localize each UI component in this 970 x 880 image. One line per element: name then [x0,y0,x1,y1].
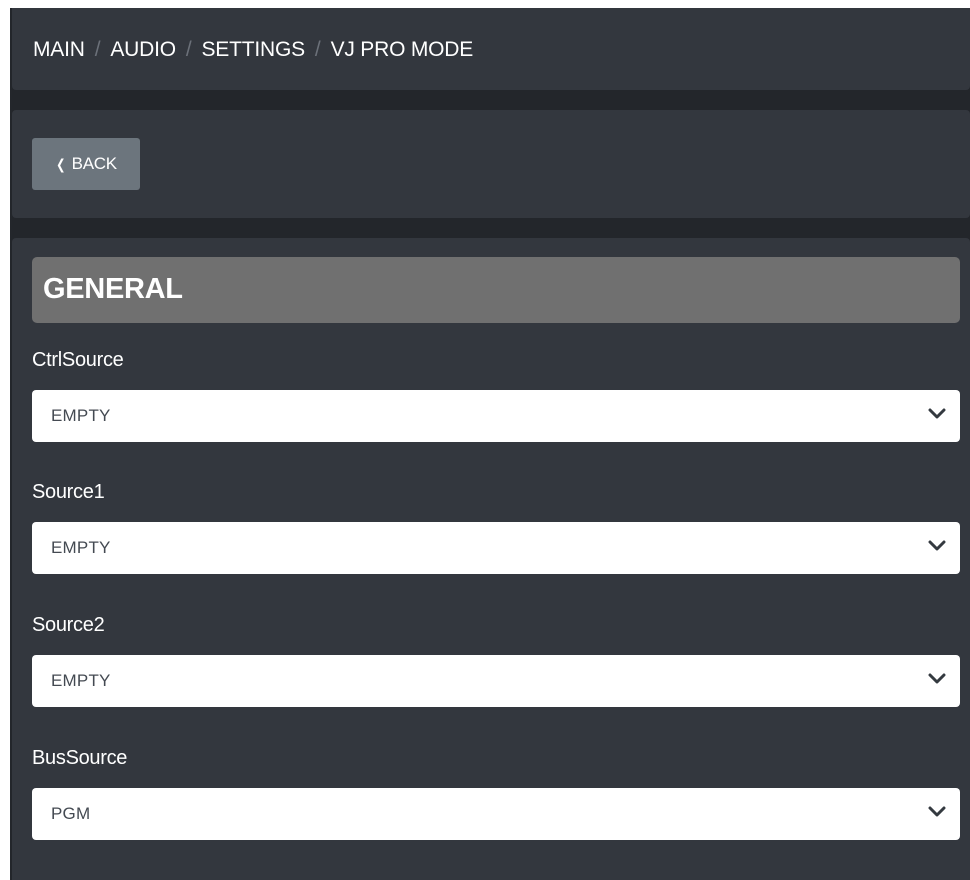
ctrlsource-label: CtrlSource [32,349,124,371]
source2-label: Source2 [32,614,105,636]
chevron-down-icon [928,673,946,684]
app-frame: MAIN / AUDIO / SETTINGS / VJ PRO MODE ❮ BACK G… [10,8,970,880]
breadcrumb-separator: / [185,38,192,61]
settings-panel: GENERAL CtrlSource EMPTY Source1 EMPTY S… [12,238,970,880]
source2-select[interactable]: EMPTY [32,655,960,707]
chevron-down-icon [928,806,946,817]
section-title: GENERAL [43,273,183,305]
back-button[interactable]: ❮ BACK [32,138,140,190]
breadcrumb-panel: MAIN / AUDIO / SETTINGS / VJ PRO MODE [12,8,970,90]
breadcrumb-separator: / [94,38,101,61]
bussource-value: PGM [51,804,91,823]
chevron-down-icon [928,540,946,551]
breadcrumb-vj-pro-mode: VJ PRO MODE [330,38,474,61]
ctrlsource-value: EMPTY [51,406,111,425]
section-header: GENERAL [32,257,960,323]
breadcrumb-settings[interactable]: SETTINGS [202,38,306,61]
breadcrumb-main[interactable]: MAIN [33,38,85,61]
source1-value: EMPTY [51,538,111,557]
breadcrumb-audio[interactable]: AUDIO [110,38,176,61]
breadcrumb: MAIN / AUDIO / SETTINGS / VJ PRO MODE [33,38,473,62]
breadcrumb-separator: / [314,38,321,61]
bussource-select[interactable]: PGM [32,788,960,840]
source1-label: Source1 [32,481,105,503]
ctrlsource-select[interactable]: EMPTY [32,390,960,442]
back-button-label: BACK [71,154,117,173]
source1-select[interactable]: EMPTY [32,522,960,574]
source2-value: EMPTY [51,671,111,690]
chevron-left-icon: ❮ [56,155,66,172]
bussource-label: BusSource [32,747,128,769]
chevron-down-icon [928,408,946,419]
back-panel: ❮ BACK [12,110,970,218]
